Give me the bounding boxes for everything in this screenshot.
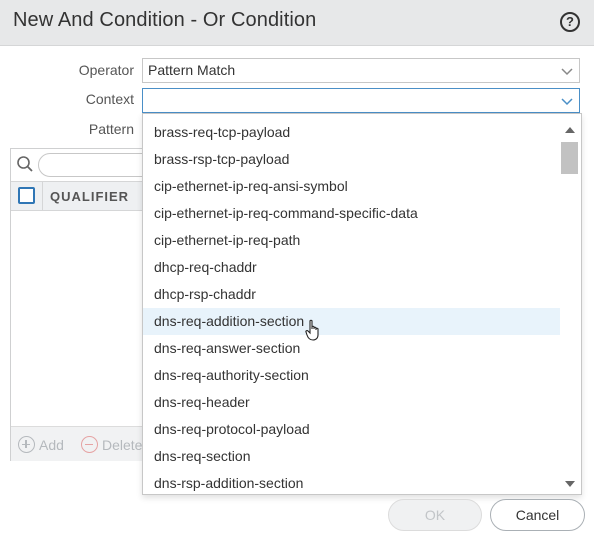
select-all-checkbox[interactable] (18, 187, 35, 204)
plus-circle-icon (18, 436, 35, 453)
context-dropdown-list: brass-req-tcp-payload brass-rsp-tcp-paylo… (142, 113, 582, 495)
dropdown-option[interactable]: cip-ethernet-ip-req-command-specific-dat… (143, 200, 560, 227)
dropdown-option[interactable]: dns-req-section (143, 443, 560, 470)
operator-select[interactable]: Pattern Match (142, 58, 580, 83)
dropdown-option[interactable]: dhcp-rsp-chaddr (143, 281, 560, 308)
context-combobox[interactable] (142, 88, 580, 113)
title-bar: New And Condition - Or Condition ? (0, 0, 594, 46)
dropdown-option[interactable]: cip-ethernet-ip-req-ansi-symbol (143, 173, 560, 200)
dropdown-option[interactable]: brass-req-tcp-payload (143, 119, 560, 146)
dropdown-option[interactable]: brass-rsp-tcp-payload (143, 146, 560, 173)
operator-value: Pattern Match (148, 62, 236, 78)
dropdown-scrollbar[interactable] (561, 121, 579, 493)
add-label: Add (39, 437, 64, 453)
add-button[interactable]: Add (18, 436, 64, 453)
column-divider (42, 182, 43, 211)
scroll-up-arrow-icon[interactable] (565, 127, 575, 133)
dropdown-option[interactable]: dns-req-header (143, 389, 560, 416)
search-icon (17, 156, 33, 172)
scrollbar-thumb[interactable] (561, 142, 578, 174)
dropdown-option[interactable]: dns-req-answer-section (143, 335, 560, 362)
scroll-down-arrow-icon[interactable] (565, 481, 575, 487)
help-icon[interactable]: ? (560, 12, 580, 32)
context-label: Context (85, 91, 134, 107)
dropdown-option[interactable]: dhcp-req-chaddr (143, 254, 560, 281)
ok-button[interactable]: OK (388, 499, 482, 531)
column-header-qualifier[interactable]: QUALIFIER (50, 189, 129, 204)
dialog-title: New And Condition - Or Condition (13, 9, 317, 31)
dropdown-option[interactable]: dns-rsp-addition-section (143, 470, 560, 494)
operator-label: Operator (78, 62, 134, 78)
delete-button[interactable]: Delete (81, 436, 142, 453)
pattern-label: Pattern (88, 121, 134, 137)
cancel-button[interactable]: Cancel (490, 499, 585, 531)
dropdown-option[interactable]: dns-req-authority-section (143, 362, 560, 389)
dialog: New And Condition - Or Condition ? Opera… (0, 0, 594, 549)
minus-circle-icon (81, 436, 98, 453)
chevron-down-icon[interactable] (559, 63, 575, 79)
dropdown-option[interactable]: dns-req-addition-section (143, 308, 560, 335)
hand-cursor-icon (305, 319, 319, 341)
dropdown-option[interactable]: cip-ethernet-ip-req-path (143, 227, 560, 254)
delete-label: Delete (102, 437, 143, 453)
chevron-down-icon[interactable] (559, 93, 575, 109)
dropdown-option[interactable]: dns-req-protocol-payload (143, 416, 560, 443)
